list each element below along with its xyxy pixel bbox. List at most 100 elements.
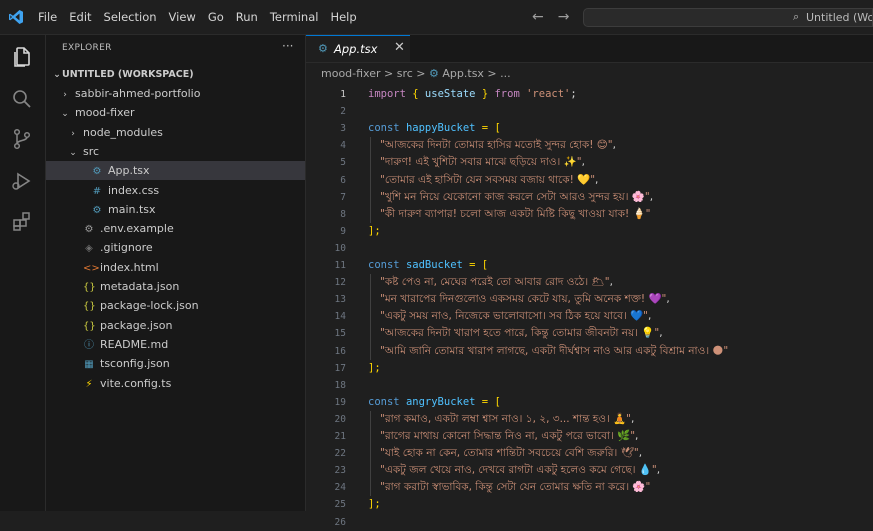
code-line: 4 "আজকের দিনটা তোমার হাসির মতোই সুন্দর হো… (306, 137, 873, 154)
import-keyword: import (368, 88, 406, 100)
string-literal: "কষ্ট পেও না, মেঘের পরেই তো আবার রোদ ওঠে… (380, 276, 613, 289)
tree-item-label: .gitignore (100, 241, 153, 255)
tree-item[interactable]: ⌄ src (46, 142, 305, 161)
code-line: 26 (306, 514, 873, 531)
menu-item-selection[interactable]: Selection (104, 10, 157, 24)
const-keyword: const (368, 122, 400, 135)
breadcrumb-item[interactable]: App.tsx (442, 67, 484, 80)
file-type-icon: {} (83, 301, 96, 313)
breadcrumb-item[interactable]: ... (500, 67, 511, 80)
menu-item-edit[interactable]: Edit (69, 10, 91, 24)
code-line: 16 "আমি জানি তোমার খারাপ লাগছে, একটা দীর্… (306, 343, 873, 360)
line-number: 8 (340, 208, 346, 220)
extensions-icon[interactable] (10, 210, 34, 234)
chevron-right-icon: › (63, 90, 67, 100)
close-icon[interactable]: ✕ (394, 40, 405, 55)
breadcrumb-item[interactable]: mood-fixer (321, 67, 381, 80)
comma: , (635, 430, 639, 442)
array-close: ]; (368, 224, 381, 237)
activity-bar (0, 35, 46, 511)
breadcrumb-item[interactable]: src (397, 67, 413, 80)
menu-item-run[interactable]: Run (236, 10, 258, 24)
file-type-icon: {} (83, 282, 96, 293)
tree-item[interactable]: {} package-lock.json (46, 296, 305, 315)
menu-item-view[interactable]: View (169, 10, 196, 24)
comma: , (647, 310, 652, 323)
comma: , (631, 412, 635, 425)
source-control-icon[interactable] (10, 127, 34, 151)
chevron-right-icon: › (71, 128, 75, 139)
explorer-title: EXPLORER (62, 43, 112, 53)
back-arrow-icon[interactable]: ← (532, 9, 544, 25)
line-number: 21 (334, 431, 346, 442)
file-type-icon: ⚙ (92, 204, 102, 216)
tree-item-label: src (83, 144, 100, 158)
vscode-logo-icon[interactable] (8, 9, 24, 25)
menu-item-go[interactable]: Go (208, 10, 224, 24)
tree-item[interactable]: ⚙ main.tsx (46, 200, 305, 219)
code-line: 17]; (306, 360, 873, 377)
variable-name: angryBucket (405, 395, 476, 408)
code-line: 1 import { useState } from 'react'; (306, 86, 873, 103)
code-line: 6 "তোমার এই হাসিটা যেন সবসময় বজায় থাকে!… (306, 172, 873, 189)
tree-item[interactable]: ▦ tsconfig.json (46, 354, 305, 373)
breadcrumb-separator: > (483, 67, 501, 80)
files-icon[interactable] (10, 45, 34, 69)
line-number: 10 (334, 242, 346, 254)
line-number: 5 (340, 157, 346, 169)
tree-item[interactable]: {} package.json (46, 316, 305, 335)
array-open: = [ (462, 259, 489, 271)
menu-item-help[interactable]: Help (330, 10, 356, 24)
const-keyword: const (368, 259, 400, 271)
editor-area: ⚙ App.tsx ✕ mood-fixer > src > ⚙ App.tsx… (306, 35, 873, 528)
line-number: 6 (340, 174, 346, 186)
code-line: 3 const happyBucket = [ (306, 120, 873, 137)
code-line: 7 "খুশি মন নিয়ে যেকোনো কাজ করলে সেটা আরও… (306, 189, 873, 206)
string-literal: "দারুণ! এই খুশিটা সবার মাঝে ছড়িয়ে দাও।… (380, 156, 585, 169)
code-text: const angryBucket = [ (368, 394, 501, 411)
line-number: 4 (340, 140, 346, 152)
menu-bar: File Edit Selection View Go Run Terminal Help (38, 0, 369, 34)
chevron-down-icon: ⌄ (53, 70, 61, 80)
code-line: 14 "একটু সময় নাও, নিজেকে ভালোবাসো। সব ঠি… (306, 308, 873, 325)
tree-item[interactable]: <>index.html (46, 258, 305, 277)
tab-bar: ⚙ App.tsx ✕ (306, 35, 873, 63)
tree-item-label: .env.example (100, 222, 174, 236)
tree-item[interactable]: ⌄ mood-fixer (46, 103, 305, 122)
explorer-sidebar: EXPLORER ··· ⌄UNTITLED (WORKSPACE) › sabb… (46, 35, 306, 511)
comma: , (638, 447, 643, 460)
tree-item-label: package-lock.json (100, 299, 199, 313)
tree-item[interactable]: ⚙ .env.example (46, 219, 305, 238)
react-file-icon: ⚙ (318, 42, 328, 55)
tree-item[interactable]: › node_modules (46, 123, 305, 142)
tree-item[interactable]: {} metadata.json (46, 277, 305, 296)
breadcrumb-separator: > (380, 67, 397, 80)
tree-item[interactable]: ⓘ README.md (46, 335, 305, 354)
comma: , (656, 464, 661, 477)
code-line: 10 (306, 240, 873, 257)
tree-item[interactable]: ⚡ vite.config.ts (46, 374, 305, 393)
code-line: 15 "আজকের দিনটা খারাপ হতে পারে, কিন্তু তো… (306, 325, 873, 342)
comma: , (612, 139, 616, 152)
code-line: 21 "রাগের মাথায় কোনো সিদ্ধান্ত নিও না, এ… (306, 428, 873, 445)
tree-item[interactable]: › sabbir-ahmed-portfolio (46, 84, 305, 103)
tab-app-tsx[interactable]: ⚙ App.tsx ✕ (306, 35, 410, 62)
menu-item-terminal[interactable]: Terminal (270, 10, 319, 24)
comma: , (595, 173, 599, 186)
run-debug-icon[interactable] (10, 169, 34, 193)
tree-item[interactable]: # index.css (46, 181, 305, 200)
file-type-icon: {} (83, 320, 96, 332)
workspace-header[interactable]: ⌄UNTITLED (WORKSPACE) (46, 65, 305, 84)
tree-item[interactable]: ⚙ App.tsx (46, 161, 305, 181)
menu-item-file[interactable]: File (38, 10, 57, 24)
title-bar: File Edit Selection View Go Run Terminal Help ←… (0, 0, 873, 35)
more-actions-icon[interactable]: ··· (282, 39, 293, 53)
tree-item[interactable]: ◈ .gitignore (46, 238, 305, 257)
command-center-search[interactable]: ⌕ Untitled (Wor (583, 8, 873, 27)
tree-item-label: node_modules (83, 125, 163, 139)
file-type-icon: <> (83, 262, 100, 274)
forward-arrow-icon[interactable]: → (558, 9, 570, 25)
const-keyword: const (368, 395, 400, 408)
search-icon[interactable] (10, 87, 34, 111)
line-number: 14 (334, 311, 346, 323)
